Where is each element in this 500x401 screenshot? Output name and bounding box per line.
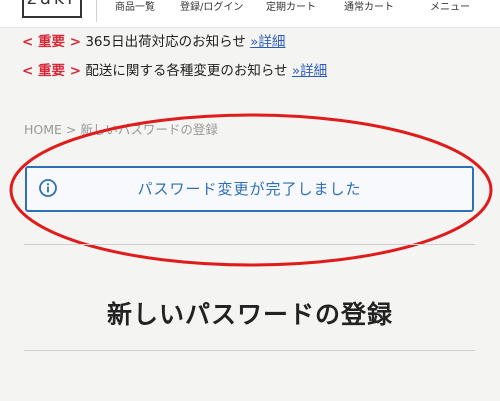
nav-regular-cart[interactable]: 通常カート xyxy=(344,1,394,15)
notice-text: 365日出荷対応のお知らせ xyxy=(85,34,246,50)
divider-top xyxy=(24,244,475,245)
nav-subscription-cart[interactable]: 定期カート xyxy=(266,1,316,15)
notice-item: < 重要 > 365日出荷対応のお知らせ »詳細 xyxy=(22,33,285,51)
breadcrumb-home[interactable]: HOME xyxy=(24,122,62,137)
notice-item: < 重要 > 配送に関する各種変更のお知らせ »詳細 xyxy=(22,62,327,80)
header-divider xyxy=(96,0,97,22)
nav-product-list[interactable]: 商品一覧 xyxy=(115,1,155,15)
site-header: zuki 商品一覧 登録/ログイン 定期カート 通常カート メニュー xyxy=(0,0,500,28)
breadcrumb-current: 新しいパスワードの登録 xyxy=(80,122,218,137)
notice-text: 配送に関する各種変更のお知らせ xyxy=(85,63,288,79)
notice-details-link[interactable]: »詳細 xyxy=(292,63,327,79)
site-logo[interactable]: zuki xyxy=(22,0,82,18)
password-changed-alert: パスワード変更が完了しました xyxy=(25,166,474,212)
notice-details-link[interactable]: »詳細 xyxy=(250,34,285,50)
breadcrumb-separator: > xyxy=(65,122,77,137)
divider-bottom xyxy=(24,350,475,351)
logo-text: zuki xyxy=(27,0,75,8)
nav-menu[interactable]: メニュー xyxy=(430,1,470,15)
notice-important-marker: < 重要 > xyxy=(22,63,82,79)
alert-message: パスワード変更が完了しました xyxy=(137,180,362,198)
page-title: 新しいパスワードの登録 xyxy=(106,299,393,329)
nav-register-login[interactable]: 登録/ログイン xyxy=(180,1,243,15)
breadcrumb: HOME > 新しいパスワードの登録 xyxy=(24,119,218,138)
notice-important-marker: < 重要 > xyxy=(22,34,82,50)
